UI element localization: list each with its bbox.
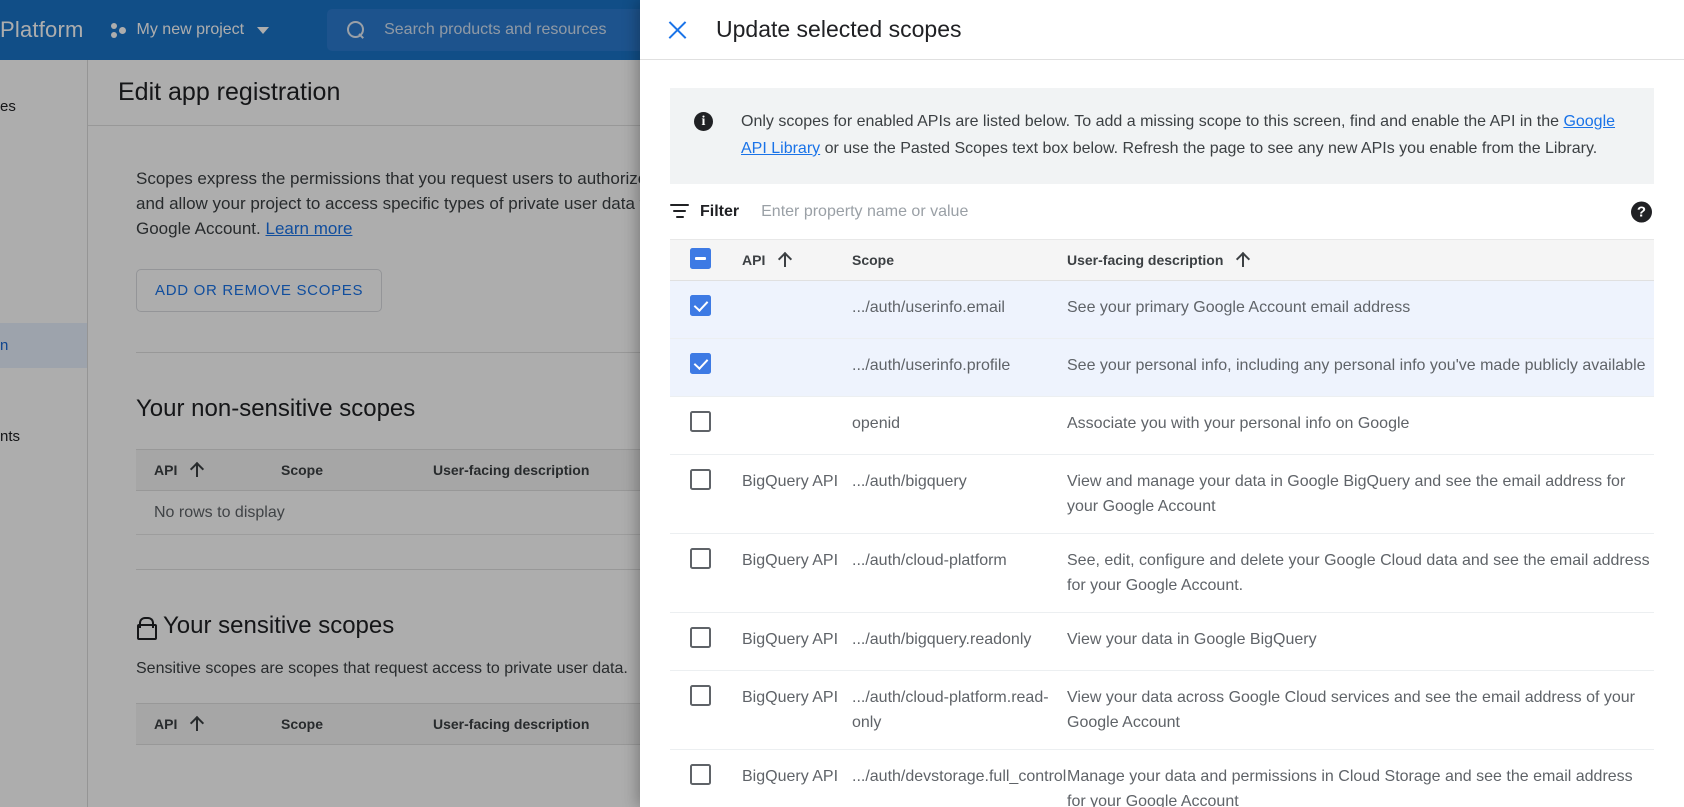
row-api: BigQuery API xyxy=(742,454,852,533)
row-description: See your primary Google Account email ad… xyxy=(1067,280,1654,338)
row-description: Manage your data and permissions in Clou… xyxy=(1067,749,1654,807)
row-scope: .../auth/bigquery.readonly xyxy=(852,612,1067,670)
column-header-api[interactable]: API xyxy=(742,240,852,280)
close-icon[interactable] xyxy=(664,17,690,43)
row-description: View your data across Google Cloud servi… xyxy=(1067,670,1654,749)
select-all-checkbox[interactable] xyxy=(690,248,711,269)
row-description: Associate you with your personal info on… xyxy=(1067,396,1654,454)
info-banner-text: Only scopes for enabled APIs are listed … xyxy=(741,108,1630,162)
table-row[interactable]: BigQuery API .../auth/cloud-platform See… xyxy=(670,533,1654,612)
row-scope: .../auth/bigquery xyxy=(852,454,1067,533)
row-scope: .../auth/userinfo.email xyxy=(852,280,1067,338)
filter-icon[interactable] xyxy=(670,204,689,219)
row-checkbox[interactable] xyxy=(690,548,711,569)
row-description: See, edit, configure and delete your Goo… xyxy=(1067,533,1654,612)
dialog-header: Update selected scopes xyxy=(640,0,1684,60)
row-checkbox-cell xyxy=(670,612,742,670)
row-scope: .../auth/cloud-platform xyxy=(852,533,1067,612)
dialog-body: i Only scopes for enabled APIs are liste… xyxy=(640,60,1684,807)
column-header-api-label: API xyxy=(742,252,765,268)
table-row[interactable]: BigQuery API .../auth/cloud-platform.rea… xyxy=(670,670,1654,749)
table-row[interactable]: BigQuery API .../auth/devstorage.full_co… xyxy=(670,749,1654,807)
row-api: BigQuery API xyxy=(742,670,852,749)
row-checkbox-cell xyxy=(670,338,742,396)
update-selected-scopes-dialog: Update selected scopes i Only scopes for… xyxy=(640,0,1684,807)
row-checkbox[interactable] xyxy=(690,411,711,432)
row-checkbox[interactable] xyxy=(690,764,711,785)
table-row[interactable]: BigQuery API .../auth/bigquery View and … xyxy=(670,454,1654,533)
row-checkbox[interactable] xyxy=(690,627,711,648)
column-header-description-label: User-facing description xyxy=(1067,252,1223,268)
table-row[interactable]: openid Associate you with your personal … xyxy=(670,396,1654,454)
row-api xyxy=(742,396,852,454)
arrow-up-icon xyxy=(1237,253,1248,267)
row-api: BigQuery API xyxy=(742,612,852,670)
column-header-scope[interactable]: Scope xyxy=(852,240,1067,280)
info-icon: i xyxy=(694,112,713,131)
row-checkbox[interactable] xyxy=(690,469,711,490)
column-header-description[interactable]: User-facing description xyxy=(1067,240,1654,280)
table-row[interactable]: BigQuery API .../auth/bigquery.readonly … xyxy=(670,612,1654,670)
row-checkbox[interactable] xyxy=(690,685,711,706)
row-checkbox-cell xyxy=(670,533,742,612)
info-text-before-link: Only scopes for enabled APIs are listed … xyxy=(741,113,1563,130)
row-checkbox-cell xyxy=(670,749,742,807)
filter-input[interactable] xyxy=(761,203,1281,221)
row-checkbox-cell xyxy=(670,396,742,454)
scopes-table-header-row: API Scope User-facing description xyxy=(670,240,1654,280)
row-scope: openid xyxy=(852,396,1067,454)
filter-bar: Filter ? xyxy=(670,184,1654,240)
select-all-cell xyxy=(670,240,742,280)
filter-label: Filter xyxy=(700,203,739,221)
info-text-after-link: or use the Pasted Scopes text box below.… xyxy=(820,140,1597,157)
row-api: BigQuery API xyxy=(742,533,852,612)
scopes-table-body: .../auth/userinfo.email See your primary… xyxy=(670,280,1654,807)
info-banner: i Only scopes for enabled APIs are liste… xyxy=(670,88,1654,184)
row-checkbox-cell xyxy=(670,280,742,338)
help-icon[interactable]: ? xyxy=(1631,201,1652,222)
row-description: See your personal info, including any pe… xyxy=(1067,338,1654,396)
row-description: View and manage your data in Google BigQ… xyxy=(1067,454,1654,533)
row-scope: .../auth/userinfo.profile xyxy=(852,338,1067,396)
table-row[interactable]: .../auth/userinfo.email See your primary… xyxy=(670,280,1654,338)
row-scope: .../auth/cloud-platform.read-only xyxy=(852,670,1067,749)
dialog-title: Update selected scopes xyxy=(716,16,962,43)
arrow-up-icon xyxy=(779,253,790,267)
scopes-table: API Scope User-facing description xyxy=(670,240,1654,807)
row-checkbox[interactable] xyxy=(690,295,711,316)
row-description: View your data in Google BigQuery xyxy=(1067,612,1654,670)
row-scope: .../auth/devstorage.full_control xyxy=(852,749,1067,807)
row-api xyxy=(742,280,852,338)
row-checkbox-cell xyxy=(670,670,742,749)
row-api: BigQuery API xyxy=(742,749,852,807)
row-checkbox[interactable] xyxy=(690,353,711,374)
row-checkbox-cell xyxy=(670,454,742,533)
table-row[interactable]: .../auth/userinfo.profile See your perso… xyxy=(670,338,1654,396)
row-api xyxy=(742,338,852,396)
